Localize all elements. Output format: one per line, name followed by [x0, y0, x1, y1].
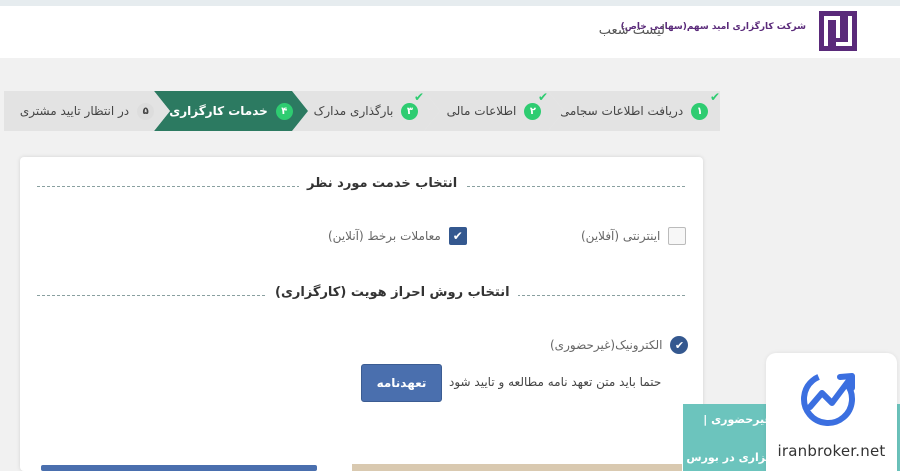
step-financial-info[interactable]: ✔ ۲ اطلاعات مالی: [424, 91, 564, 131]
step-label: اطلاعات مالی: [446, 104, 517, 118]
option-label: معاملات برخط (آنلاین): [328, 229, 441, 243]
pledge-button[interactable]: تعهدنامه: [361, 364, 442, 402]
step-number: ۱: [691, 102, 709, 120]
chart-growth-icon: [801, 372, 855, 426]
step-number: ۴: [276, 103, 293, 120]
step-sejam-info[interactable]: ✔ ۱ دریافت اطلاعات سجامی: [548, 91, 720, 131]
step-number: ۲: [524, 103, 541, 120]
step-number: ۳: [401, 103, 418, 120]
watermark-badge: iranbroker.net: [766, 353, 897, 471]
check-icon: ✔: [413, 90, 424, 104]
step-label: خدمات کارگزاری: [169, 104, 268, 118]
identity-section-title: انتخاب روش احراز هویت (کارگزاری): [267, 285, 518, 300]
step-upload-documents[interactable]: ✔ ۳ بارگذاری مدارک: [292, 91, 440, 131]
branches-link[interactable]: لیست شعب: [599, 23, 665, 38]
banner-line-2: گزاری در بورس: [686, 451, 772, 464]
option-label: الکترونیک(غیرحضوری): [550, 338, 663, 352]
step-broker-services[interactable]: ۴ خدمات کارگزاری: [154, 91, 308, 131]
checkbox-checked-icon[interactable]: ✔: [448, 227, 467, 245]
option-electronic-identity[interactable]: ✔ الکترونیک(غیرحضوری): [550, 336, 689, 354]
company-logo-icon: [819, 11, 857, 51]
step-label: در انتظار تایید مشتری: [19, 104, 130, 118]
check-icon: ✔: [709, 90, 720, 104]
step-awaiting-approval[interactable]: ۵ در انتظار تایید مشتری: [4, 91, 170, 131]
identity-section-header: انتخاب روش احراز هویت (کارگزاری): [37, 285, 685, 305]
service-section-header: انتخاب خدمت مورد نظر: [37, 176, 685, 196]
pledge-note: حتما باید متن تعهد نامه مطالعه و تایید ش…: [449, 375, 662, 389]
service-section-title: انتخاب خدمت مورد نظر: [299, 176, 466, 191]
option-label: اینترنتی (آفلاین): [581, 229, 661, 243]
step-number: ۵: [137, 103, 154, 120]
watermark-text: iranbroker.net: [777, 442, 886, 460]
option-online-trading[interactable]: ✔ معاملات برخط (آنلاین): [328, 227, 467, 245]
checkbox[interactable]: [668, 227, 687, 245]
banner-line-1: غیرحضوری |: [703, 413, 772, 426]
bottom-button-edge: [41, 465, 317, 471]
radio-selected-icon[interactable]: ✔: [670, 336, 689, 354]
step-label: دریافت اطلاعات سجامی: [559, 104, 684, 118]
service-form-card: انتخاب خدمت مورد نظر اینترنتی (آفلاین) ✔…: [20, 157, 703, 471]
step-label: بارگذاری مدارک: [313, 104, 394, 118]
bottom-image-edge: [352, 464, 682, 471]
check-icon: ✔: [537, 90, 548, 104]
option-internet-offline[interactable]: اینترنتی (آفلاین): [581, 227, 687, 245]
site-header: شرکت کارگزاری امید سهم(سهامی خاص) لیست ش…: [0, 6, 900, 58]
